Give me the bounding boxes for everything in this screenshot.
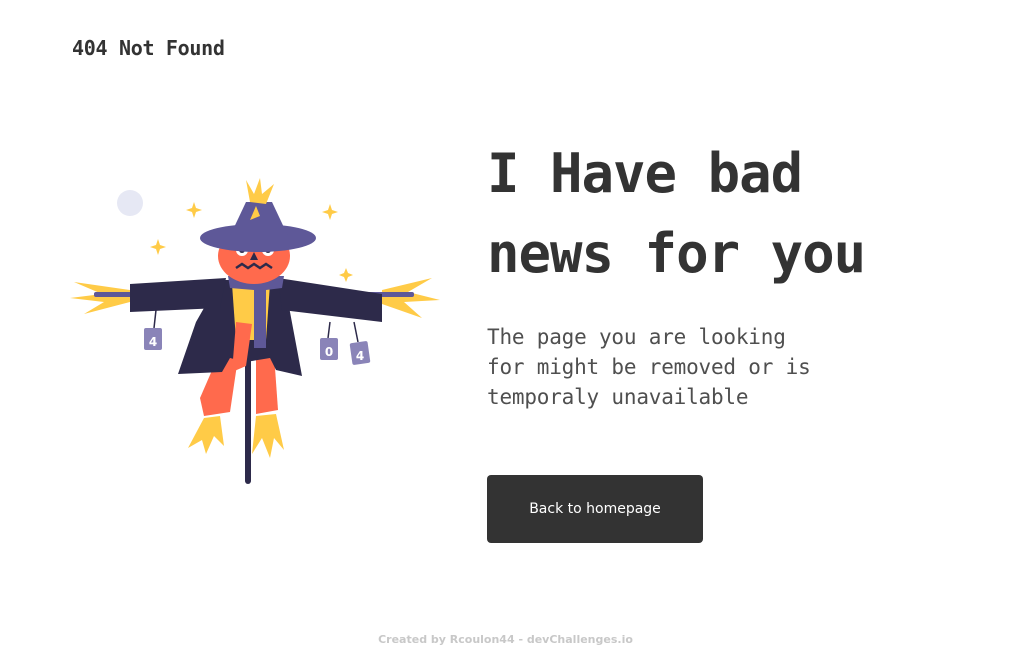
- can-label: 4: [149, 335, 157, 349]
- straw-left: [70, 282, 130, 314]
- can-label: 4: [356, 349, 364, 363]
- headline-line: news for you: [487, 222, 866, 285]
- can-label: 0: [325, 345, 333, 359]
- sparkle-icon: [150, 239, 166, 255]
- moon-icon: [117, 190, 143, 216]
- logo-text: 404 Not Found: [72, 36, 225, 60]
- description-line: temporaly unavailable: [487, 385, 749, 409]
- sparkle-icon: [339, 268, 353, 282]
- sparkle-icon: [186, 202, 202, 218]
- back-to-homepage-button[interactable]: Back to homepage: [487, 475, 703, 543]
- description-line: The page you are looking: [487, 325, 786, 349]
- headline-line: I Have bad: [487, 142, 803, 205]
- page-description: The page you are looking for might be re…: [487, 322, 907, 412]
- hat: [230, 202, 288, 236]
- footer-credit: Created by Rcoulon44 - devChallenges.io: [378, 633, 633, 646]
- scarecrow-illustration: 4 0 4: [70, 178, 440, 484]
- straw-right: [382, 278, 440, 318]
- sparkle-icon: [322, 204, 338, 220]
- page-headline: I Have bad news for you: [487, 134, 987, 294]
- description-line: for might be removed or is: [487, 355, 811, 379]
